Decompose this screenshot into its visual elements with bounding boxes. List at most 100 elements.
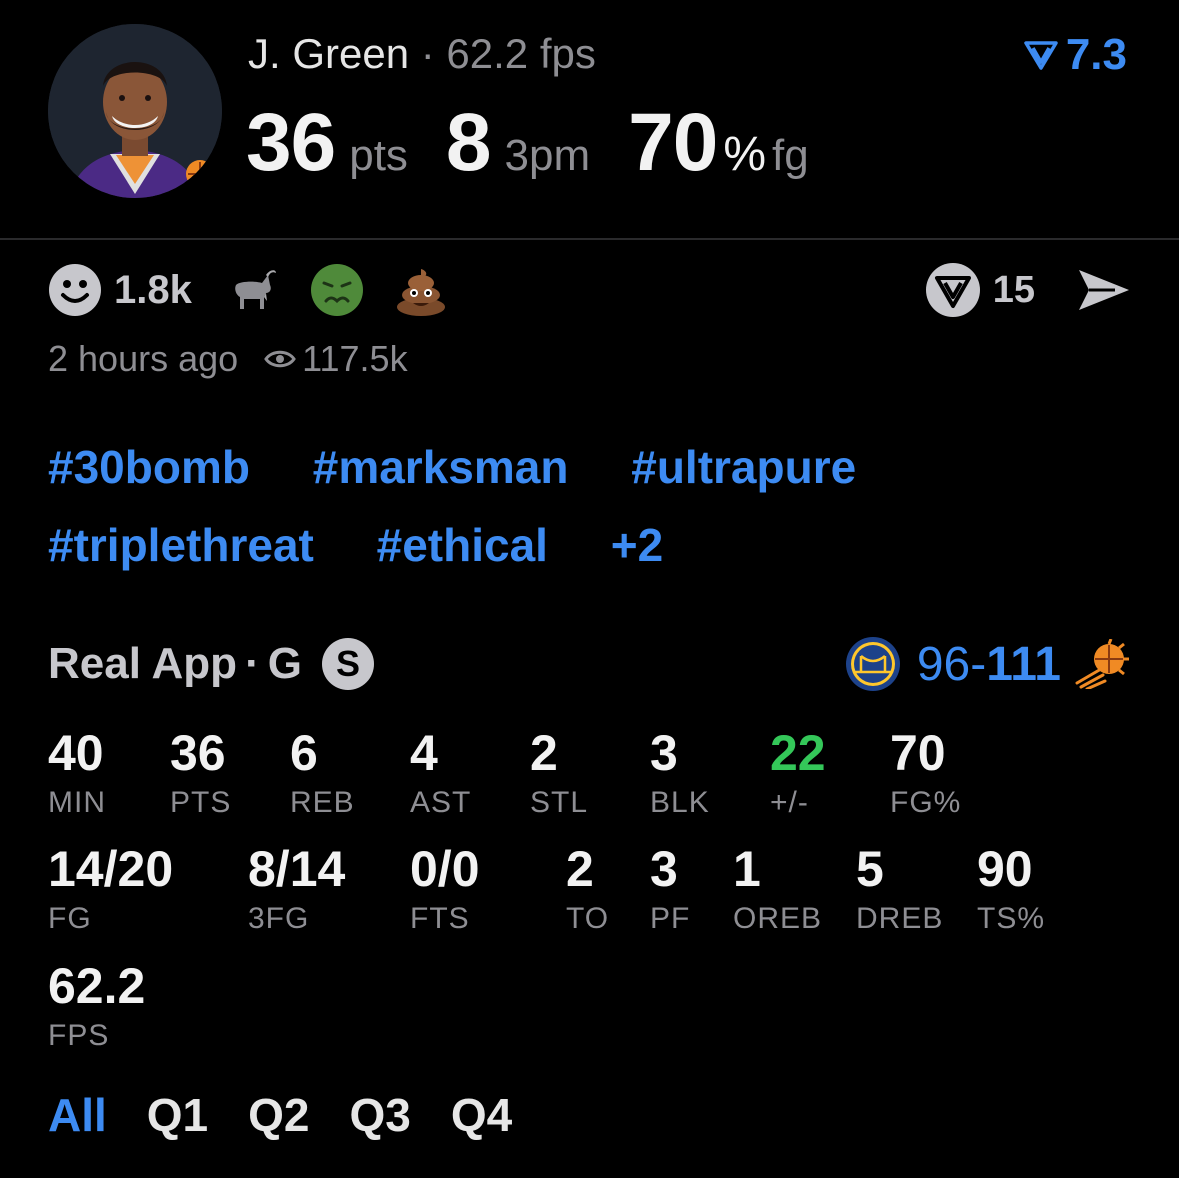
- game-score[interactable]: 96 - 111: [845, 636, 1131, 692]
- fg-pct-unit: fg: [772, 131, 809, 180]
- points-unit: pts: [349, 131, 408, 180]
- stat-label: OREB: [733, 902, 823, 935]
- stat-fg-pct: 70 FG%: [890, 728, 961, 818]
- post-actions: 15: [925, 262, 1133, 318]
- real-v-circle-icon: [925, 263, 980, 317]
- away-score: 96: [916, 637, 971, 691]
- hashtag[interactable]: #30bomb: [48, 441, 250, 493]
- player-name[interactable]: J. Green: [248, 30, 409, 77]
- stat-value: 70: [890, 725, 946, 781]
- stat-label: DREB: [856, 902, 944, 935]
- player-headline: J. Green · 62.2 fps: [248, 30, 596, 78]
- threes-unit: 3pm: [504, 131, 591, 180]
- player-photo-icon: [48, 24, 222, 198]
- source-line: Real App · G S: [48, 638, 374, 690]
- stat-label: FPS: [48, 1019, 110, 1052]
- stat-fps: 62.2 FPS: [48, 961, 145, 1051]
- eye-icon: [264, 348, 296, 370]
- headline-stats: 36 pts 8 3pm 70 % fg: [246, 96, 809, 190]
- stat-value: 5: [856, 841, 884, 897]
- share-button[interactable]: [1075, 266, 1133, 314]
- stat-value: 2: [530, 725, 558, 781]
- tab-q2[interactable]: Q2: [248, 1088, 309, 1142]
- view-count: 117.5k: [302, 338, 408, 379]
- reaction-smile[interactable]: 1.8k: [48, 263, 226, 317]
- starter-badge: S: [321, 638, 374, 690]
- tab-q4[interactable]: Q4: [451, 1088, 512, 1142]
- tab-q1[interactable]: Q1: [147, 1088, 208, 1142]
- stat-label: 3FG: [248, 902, 310, 935]
- stat-ast: 4 AST: [410, 728, 471, 818]
- stat-label: PF: [650, 902, 691, 935]
- source-app: Real App: [48, 639, 238, 688]
- reaction-goat[interactable]: [226, 263, 280, 317]
- stat-label: +/-: [770, 786, 809, 819]
- stat-value: 1: [733, 841, 761, 897]
- header-divider: [0, 238, 1179, 240]
- stat-blk: 3 BLK: [650, 728, 710, 818]
- stat-value: 62.2: [48, 958, 146, 1014]
- reaction-sick[interactable]: [310, 263, 364, 317]
- stat-ts-pct: 90 TS%: [977, 844, 1045, 934]
- stat-label: AST: [410, 786, 472, 819]
- stat-fg: 14/20 FG: [48, 844, 173, 934]
- stat-dreb: 5 DREB: [856, 844, 943, 934]
- stat-value: 4: [410, 725, 438, 781]
- time-ago: 2 hours ago: [48, 338, 239, 379]
- reaction-poop[interactable]: [394, 263, 448, 317]
- quarter-tabs: All Q1 Q2 Q3 Q4: [48, 1088, 552, 1142]
- hashtag[interactable]: #triplethreat: [48, 519, 314, 571]
- stat-pts: 36 PTS: [170, 728, 231, 818]
- stat-value: 22: [770, 725, 826, 781]
- score-dash: -: [970, 637, 987, 691]
- hashtag[interactable]: #marksman: [313, 441, 569, 493]
- poop-icon: [396, 269, 445, 316]
- separator-dot: ·: [420, 30, 435, 77]
- stat-label: PTS: [170, 786, 232, 819]
- stat-label: FTS: [410, 902, 470, 935]
- stat-oreb: 1 OREB: [733, 844, 822, 934]
- post-meta: 2 hours ago 117.5k: [48, 338, 408, 380]
- stat-pf: 3 PF: [650, 844, 690, 934]
- stat-value: 8/14: [248, 841, 346, 897]
- warriors-logo-icon: [845, 636, 901, 692]
- stat-value: 0/0: [410, 841, 480, 897]
- stat-label: TS%: [977, 902, 1046, 935]
- stat-3fg: 8/14 3FG: [248, 844, 345, 934]
- stat-value: 40: [48, 725, 104, 781]
- stat-min: 40 MIN: [48, 728, 106, 818]
- tab-all[interactable]: All: [48, 1088, 107, 1142]
- player-avatar[interactable]: [48, 24, 222, 198]
- reaction-bar: 1.8k: [48, 262, 448, 318]
- rating-value: 7.3: [1065, 30, 1127, 79]
- tab-q3[interactable]: Q3: [350, 1088, 411, 1142]
- stat-value: 3: [650, 841, 678, 897]
- stat-label: MIN: [48, 786, 106, 819]
- real-v-icon: [1024, 41, 1058, 70]
- stat-plus-minus: 22 +/-: [770, 728, 826, 818]
- comments-button[interactable]: [925, 262, 981, 318]
- smile-count: 1.8k: [114, 267, 192, 312]
- goat-icon: [235, 270, 276, 309]
- smiley-icon: [49, 264, 101, 316]
- hashtag-row-2: #triplethreat #ethical +2: [48, 518, 1148, 572]
- stat-label: TO: [566, 902, 610, 935]
- more-hashtags-button[interactable]: +2: [611, 519, 663, 571]
- player-position: G: [267, 639, 302, 688]
- stat-label: FG%: [890, 786, 962, 819]
- stat-label: REB: [290, 786, 355, 819]
- stat-value: 3: [650, 725, 678, 781]
- stat-value: 2: [566, 841, 594, 897]
- stat-reb: 6 REB: [290, 728, 355, 818]
- stat-value: 90: [977, 841, 1033, 897]
- fg-pct-suffix: %: [723, 128, 767, 181]
- hashtag[interactable]: #ultrapure: [631, 441, 856, 493]
- rating-badge[interactable]: 7.3: [1024, 30, 1127, 80]
- fg-pct-value: 70: [628, 97, 718, 188]
- hashtag-row-1: #30bomb #marksman #ultrapure: [48, 440, 1148, 494]
- points-value: 36: [246, 97, 336, 188]
- stat-value: 6: [290, 725, 318, 781]
- stat-label: STL: [530, 786, 589, 819]
- comment-count: 15: [992, 268, 1035, 311]
- hashtag[interactable]: #ethical: [377, 519, 548, 571]
